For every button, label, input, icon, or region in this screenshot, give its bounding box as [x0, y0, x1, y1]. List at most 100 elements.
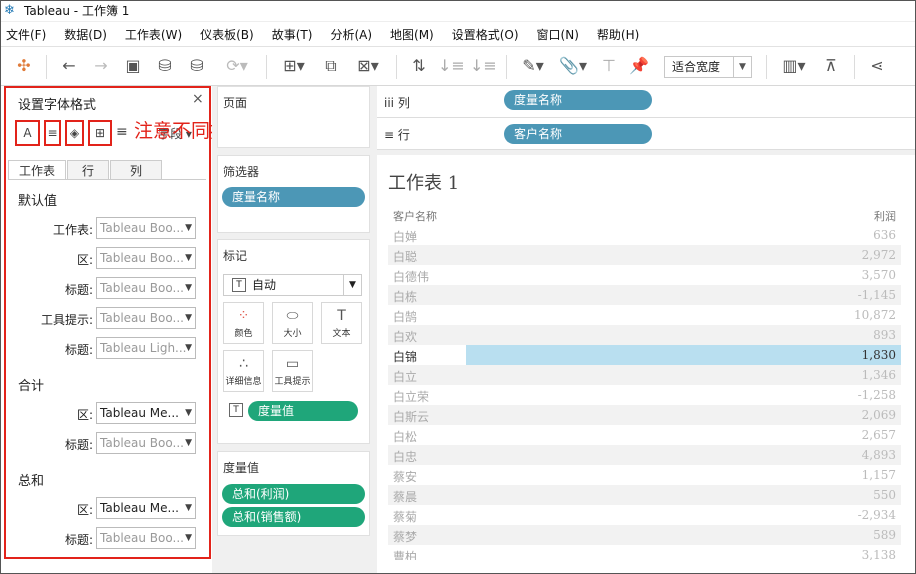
mark-type-label: 自动	[252, 278, 277, 292]
table-row[interactable]: 白鹄 10,872	[388, 305, 901, 325]
menu-format[interactable]: 设置格式(O)	[452, 26, 519, 43]
table-row[interactable]: 白栋 -1,145	[388, 285, 901, 305]
duplicate-sheet-icon[interactable]: ⧉	[318, 55, 344, 77]
table-row[interactable]: 白德伟 3,570	[388, 265, 901, 285]
new-datasource-icon[interactable]: ⛁	[152, 55, 178, 77]
clear-sheet-icon[interactable]: ⊠▾	[350, 55, 386, 77]
worksheet-font-select[interactable]: Tableau Boo... ▼	[96, 217, 196, 239]
customer-column-header[interactable]: 客户名称	[393, 208, 437, 224]
lines-icon[interactable]: ≡	[116, 124, 128, 140]
size-icon: ⬭	[286, 308, 299, 324]
menu-map[interactable]: 地图(M)	[390, 26, 434, 43]
alignment-format-button[interactable]: ≡	[44, 120, 61, 146]
menu-story[interactable]: 故事(T)	[272, 26, 313, 43]
tooltip-font-select[interactable]: Tableau Boo... ▼	[96, 307, 196, 329]
table-row[interactable]: 白锦 1,830	[388, 345, 901, 365]
customer-name-cell: 白立荣	[393, 390, 430, 404]
detail-mark-button[interactable]: ∴ 详细信息	[223, 350, 264, 392]
show-me-icon[interactable]: ▥▾	[776, 55, 812, 77]
measure-values-pill[interactable]: 度量值	[248, 401, 358, 421]
table-row[interactable]: 白婵 636	[388, 225, 901, 245]
totals-pane-font-select[interactable]: Tableau Me... ▼	[96, 402, 196, 424]
table-row[interactable]: 白立 1,346	[388, 365, 901, 385]
tableau-home-icon[interactable]: ✣	[12, 55, 36, 77]
shading-format-button[interactable]: ◈	[65, 120, 84, 146]
grand-pane-font-select[interactable]: Tableau Me... ▼	[96, 497, 196, 519]
size-mark-button[interactable]: ⬭ 大小	[272, 302, 313, 344]
pane-font-select[interactable]: Tableau Boo... ▼	[96, 247, 196, 269]
columns-pill[interactable]: 度量名称	[504, 90, 652, 110]
sum-profit-pill[interactable]: 总和(利润)	[222, 484, 365, 504]
totals-header-font-label: 标题:	[64, 438, 93, 452]
customer-name-cell: 白婵	[393, 230, 418, 244]
font-format-button[interactable]: A	[15, 120, 40, 146]
section-default: 默认值	[18, 194, 58, 209]
close-icon[interactable]: ×	[192, 91, 204, 107]
totals-header-font-select[interactable]: Tableau Boo... ▼	[96, 432, 196, 454]
header-font-select[interactable]: Tableau Boo... ▼	[96, 277, 196, 299]
fit-width-select[interactable]: 适合宽度 ▼	[664, 56, 752, 78]
text-mark-button[interactable]: T 文本	[321, 302, 362, 344]
customer-name-cell: 白德伟	[393, 270, 430, 284]
menu-window[interactable]: 窗口(N)	[537, 26, 579, 43]
text-encoding-icon: T	[229, 403, 243, 417]
table-row[interactable]: 白忠 4,893	[388, 445, 901, 465]
tab-worksheet[interactable]: 工作表	[8, 160, 66, 180]
customer-name-cell: 白栋	[393, 290, 418, 304]
table-row[interactable]: 白欢 893	[388, 325, 901, 345]
group-icon[interactable]: 📎▾	[556, 55, 590, 77]
table-row[interactable]: 白聪 2,972	[388, 245, 901, 265]
redo-icon[interactable]: →	[88, 55, 114, 77]
menu-data[interactable]: 数据(D)	[64, 26, 107, 43]
chevron-down-icon: ▼	[185, 253, 192, 263]
tab-row[interactable]: 行	[67, 160, 109, 180]
fit-width-label: 适合宽度	[672, 60, 721, 74]
color-mark-button[interactable]: ⁘ 颜色	[223, 302, 264, 344]
menu-help[interactable]: 帮助(H)	[597, 26, 639, 43]
tab-column[interactable]: 列	[110, 160, 162, 180]
table-row[interactable]: 蔡安 1,157	[388, 465, 901, 485]
menu-file[interactable]: 文件(F)	[6, 26, 46, 43]
highlight-icon[interactable]: ✎▾	[516, 55, 550, 77]
sort-descending-icon[interactable]: ↓≡	[470, 55, 497, 77]
menu-dashboard[interactable]: 仪表板(B)	[200, 26, 254, 43]
table-row[interactable]: 白松 2,657	[388, 425, 901, 445]
rows-pill[interactable]: 客户名称	[504, 124, 652, 144]
tooltip-mark-button[interactable]: ▭ 工具提示	[272, 350, 313, 392]
mark-type-select[interactable]: T 自动 ▼	[223, 274, 362, 296]
swap-rows-columns-icon[interactable]: ⇅	[406, 55, 432, 77]
pause-updates-icon[interactable]: ⛁	[184, 55, 210, 77]
sum-sales-pill[interactable]: 总和(销售额)	[222, 507, 365, 527]
show-labels-icon[interactable]: ⊤	[596, 55, 622, 77]
table-row[interactable]: 白斯云 2,069	[388, 405, 901, 425]
menu-analysis[interactable]: 分析(A)	[330, 26, 372, 43]
toolbar: ✣ ← → ▣ ⛁ ⛁ ⟳▾ ⊞▾ ⧉ ⊠▾ ⇅ ↓≡ ↓≡ ✎▾ 📎▾ ⊤ 📌…	[0, 46, 916, 86]
customer-name-cell: 白聪	[393, 250, 418, 264]
sort-ascending-icon[interactable]: ↓≡	[438, 55, 465, 77]
table-row[interactable]: 蔡菊 -2,934	[388, 505, 901, 525]
profit-value-cell: -1,258	[857, 388, 896, 402]
menu-worksheet[interactable]: 工作表(W)	[125, 26, 182, 43]
customer-name-cell: 蔡菊	[393, 510, 418, 524]
profit-value-cell: 550	[873, 488, 896, 502]
undo-icon[interactable]: ←	[56, 55, 82, 77]
table-row[interactable]: 蔡梦 589	[388, 525, 901, 545]
save-icon[interactable]: ▣	[120, 55, 146, 77]
text-icon: T	[337, 308, 346, 324]
refresh-icon[interactable]: ⟳▾	[220, 55, 254, 77]
rows-icon: ≡	[384, 128, 395, 142]
title-font-select[interactable]: Tableau Ligh... ▼	[96, 337, 196, 359]
window-title: Tableau - 工作簿 1	[24, 4, 130, 18]
title-font-label: 标题:	[64, 343, 93, 357]
table-row[interactable]: 白立荣 -1,258	[388, 385, 901, 405]
customer-name-cell: 蔡晨	[393, 490, 418, 504]
share-icon[interactable]: ⋖	[864, 55, 890, 77]
presentation-icon[interactable]: ⊼	[818, 55, 844, 77]
fix-axes-icon[interactable]: 📌	[626, 55, 652, 77]
table-row[interactable]: 蔡晨 550	[388, 485, 901, 505]
profit-column-header[interactable]: 利润	[866, 208, 896, 224]
filter-pill[interactable]: 度量名称	[222, 187, 365, 207]
new-worksheet-icon[interactable]: ⊞▾	[276, 55, 312, 77]
grand-header-font-select[interactable]: Tableau Boo... ▼	[96, 527, 196, 549]
borders-format-button[interactable]: ⊞	[88, 120, 112, 146]
